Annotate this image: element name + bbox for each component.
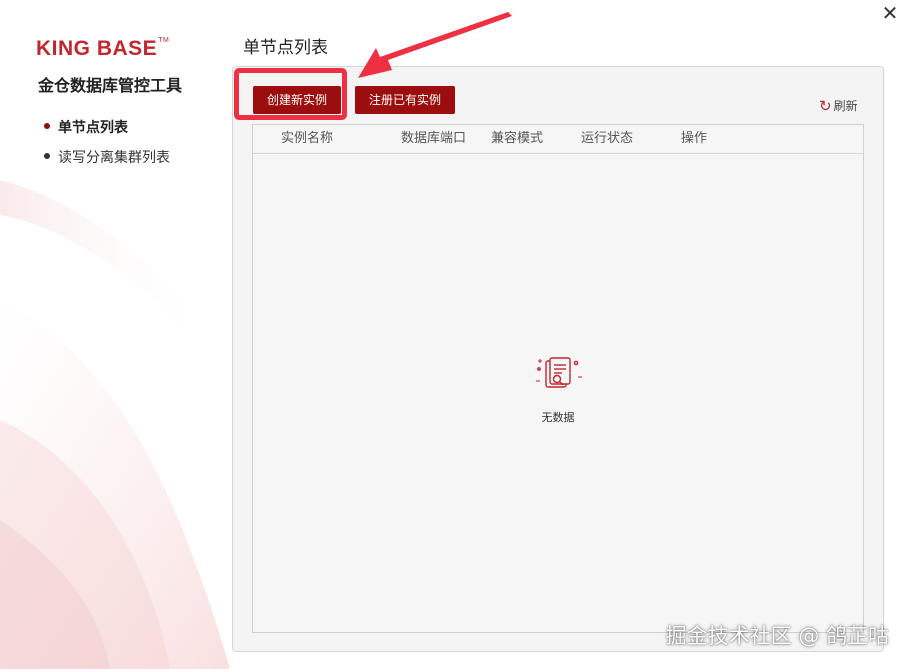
instance-table: 实例名称 数据库端口 兼容模式 运行状态 操作 无数据 (252, 124, 864, 633)
column-header-instance-name[interactable]: 实例名称 (281, 125, 333, 153)
column-header-db-port[interactable]: 数据库端口 (401, 125, 466, 153)
logo-trademark: TM (158, 37, 170, 44)
bullet-dot-icon (44, 123, 50, 129)
empty-document-icon (536, 357, 582, 388)
kingbase-logo: KING BASETM (36, 37, 169, 61)
logo-text: KING BASE (36, 37, 158, 60)
register-instance-button[interactable]: 注册已有实例 (355, 86, 456, 114)
app-title: 金仓数据库管控工具 (38, 76, 183, 95)
refresh-label: 刷新 (833, 99, 858, 113)
refresh-button[interactable]: ↻ 刷新 (819, 97, 858, 116)
sidebar-item-label: 单节点列表 (58, 120, 128, 136)
refresh-icon: ↻ (819, 96, 832, 115)
sidebar-nav: 单节点列表 读写分离集群列表 (44, 118, 170, 178)
sidebar-item-label: 读写分离集群列表 (58, 150, 170, 166)
column-header-compat-mode[interactable]: 兼容模式 (491, 125, 543, 153)
empty-state-text: 无数据 (541, 411, 575, 424)
sidebar-item-rw-cluster-list[interactable]: 读写分离集群列表 (44, 148, 170, 178)
column-header-actions[interactable]: 操作 (681, 125, 707, 153)
table-header: 实例名称 数据库端口 兼容模式 运行状态 操作 (253, 125, 863, 154)
page-title: 单节点列表 (243, 38, 328, 58)
empty-state: 无数据 (523, 355, 593, 425)
sidebar: KING BASETM 金仓数据库管控工具 单节点列表 读写分离集群列表 (0, 0, 225, 669)
sidebar-item-single-node-list[interactable]: 单节点列表 (44, 118, 170, 148)
close-button[interactable]: ✕ (879, 2, 901, 24)
bullet-dot-icon (44, 153, 50, 159)
column-header-run-status[interactable]: 运行状态 (581, 125, 633, 153)
close-icon: ✕ (881, 1, 899, 25)
create-instance-button[interactable]: 创建新实例 (253, 86, 342, 114)
watermark: 掘金技术社区 @ 鸽芷咕 (665, 624, 889, 648)
